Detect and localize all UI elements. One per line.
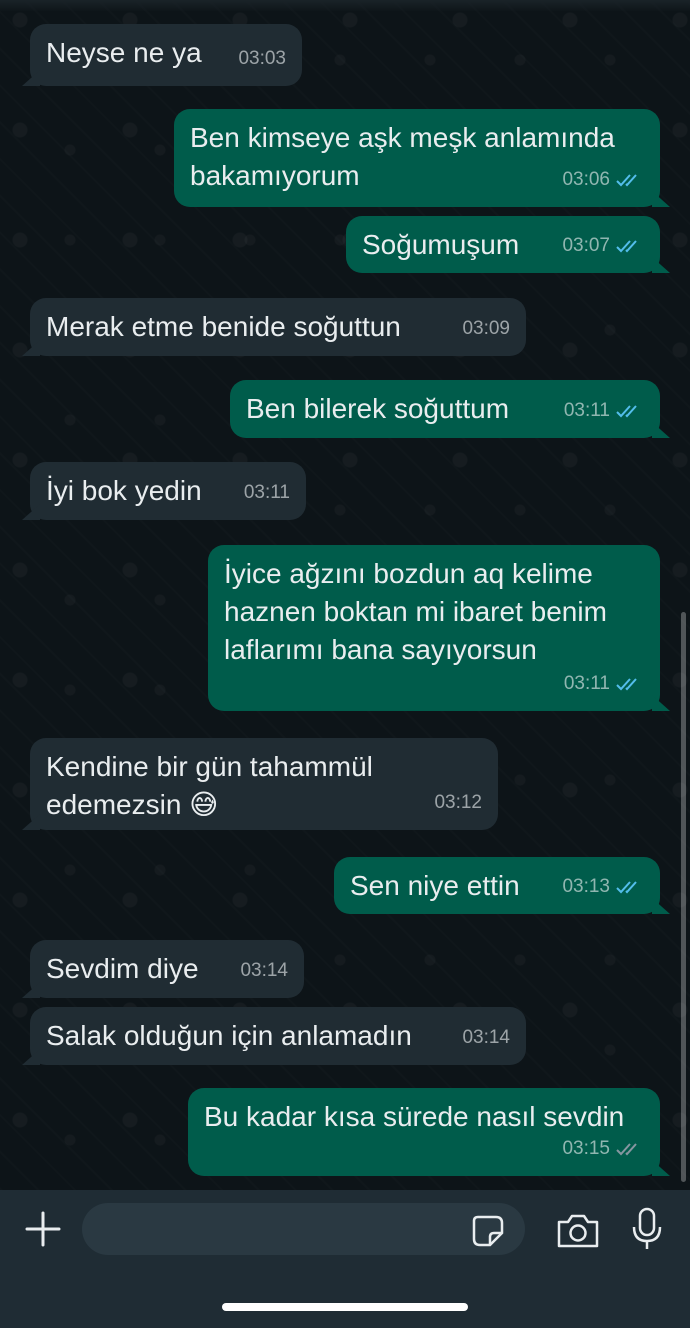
- message-outgoing[interactable]: Ben kimseye aşk meşk anlamında bakamıyor…: [174, 109, 660, 207]
- message-text: İyice ağzını bozdun aq kelime haznen bok…: [224, 558, 607, 665]
- delivered-ticks-icon: [616, 1141, 644, 1157]
- message-incoming[interactable]: Kendine bir gün tahammül edemezsin 😅 03:…: [30, 738, 498, 830]
- message-meta: 03:15: [562, 1130, 644, 1168]
- scrollbar[interactable]: [681, 612, 686, 1182]
- message-time: 03:14: [462, 1027, 510, 1048]
- message-text: Merak etme benide soğuttun: [46, 311, 401, 342]
- microphone-icon[interactable]: [630, 1206, 664, 1252]
- message-meta: 03:14: [240, 952, 288, 990]
- message-meta: 03:11: [244, 474, 290, 512]
- message-meta: 03:12: [434, 784, 482, 822]
- top-fade: [0, 0, 690, 12]
- message-outgoing[interactable]: Bu kadar kısa sürede nasıl sevdin 03:15: [188, 1088, 660, 1176]
- message-time: 03:15: [562, 1138, 610, 1159]
- message-time: 03:03: [238, 48, 286, 69]
- message-time: 03:06: [562, 169, 610, 190]
- chat-area[interactable]: Neyse ne ya 03:03 Ben kimseye aşk meşk a…: [0, 0, 690, 1190]
- message-meta: 03:11: [564, 665, 644, 703]
- message-time: 03:11: [563, 400, 610, 421]
- home-indicator[interactable]: [222, 1303, 468, 1311]
- message-meta: 03:13: [562, 868, 644, 906]
- message-incoming[interactable]: Salak olduğun için anlamadın 03:14: [30, 1007, 526, 1065]
- message-time: 03:11: [563, 673, 610, 694]
- message-incoming[interactable]: Sevdim diye 03:14: [30, 940, 304, 998]
- message-meta: 03:09: [462, 310, 510, 348]
- message-meta: 03:11: [564, 392, 644, 430]
- read-ticks-icon: [616, 676, 644, 692]
- message-time: 03:11: [243, 482, 290, 503]
- message-time: 03:13: [562, 876, 610, 897]
- message-time: 03:07: [562, 235, 610, 256]
- message-input[interactable]: [102, 1213, 466, 1247]
- message-incoming[interactable]: İyi bok yedin 03:11: [30, 462, 306, 520]
- message-time: 03:12: [434, 792, 482, 813]
- message-outgoing[interactable]: Ben bilerek soğuttum 03:11: [230, 380, 660, 438]
- sticker-icon[interactable]: [472, 1215, 504, 1247]
- message-outgoing[interactable]: Soğumuşum 03:07: [346, 216, 660, 273]
- read-ticks-icon: [616, 879, 644, 895]
- message-meta: 03:07: [562, 227, 644, 265]
- message-input-field[interactable]: [82, 1203, 525, 1255]
- message-outgoing[interactable]: İyice ağzını bozdun aq kelime haznen bok…: [208, 545, 660, 711]
- message-text: Salak olduğun için anlamadın: [46, 1020, 412, 1051]
- plus-icon[interactable]: [24, 1210, 62, 1248]
- read-ticks-icon: [616, 403, 644, 419]
- message-time: 03:09: [462, 318, 510, 339]
- message-meta: 03:03: [238, 40, 286, 78]
- read-ticks-icon: [616, 172, 644, 188]
- camera-icon[interactable]: [555, 1212, 601, 1250]
- message-outgoing[interactable]: Sen niye ettin 03:13: [334, 857, 660, 914]
- message-meta: 03:14: [462, 1019, 510, 1057]
- message-incoming[interactable]: Merak etme benide soğuttun 03:09: [30, 298, 526, 356]
- message-time: 03:14: [240, 960, 288, 981]
- message-incoming[interactable]: Neyse ne ya 03:03: [30, 24, 302, 86]
- message-text: Kendine bir gün tahammül edemezsin 😅: [46, 751, 373, 820]
- read-ticks-icon: [616, 238, 644, 254]
- message-meta: 03:06: [562, 161, 644, 199]
